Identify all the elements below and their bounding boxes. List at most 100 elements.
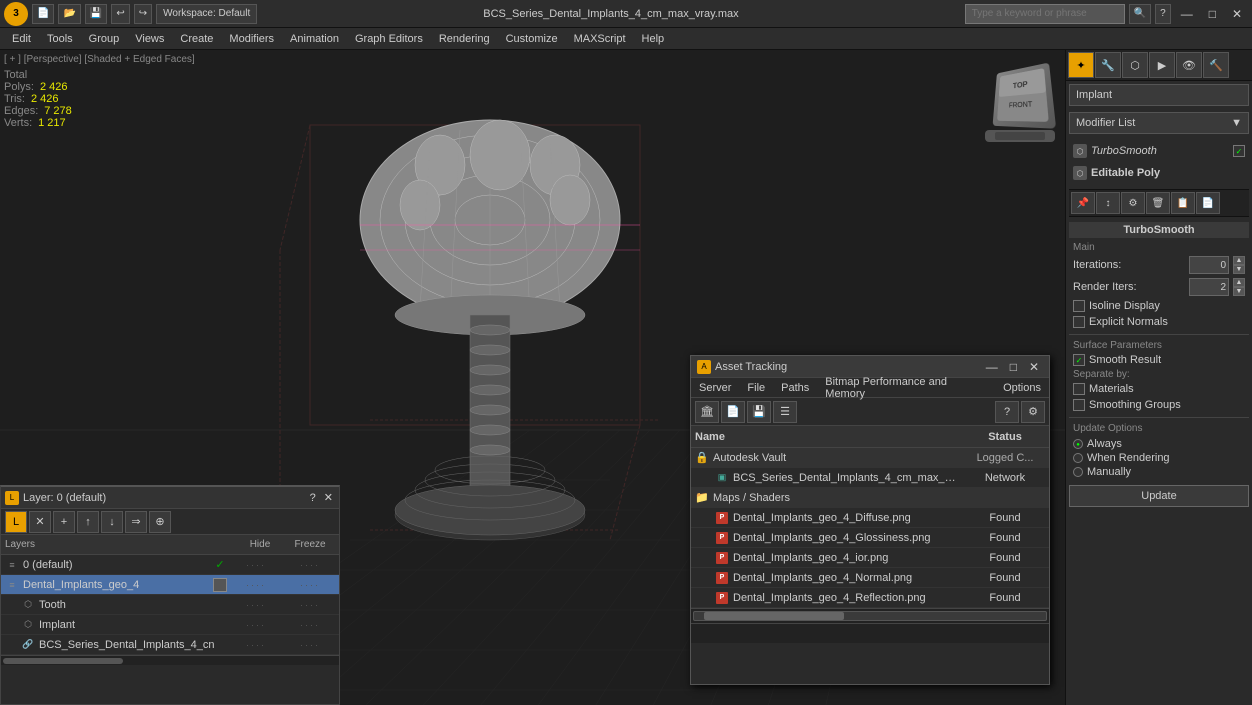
- undo-btn[interactable]: ↩: [111, 4, 129, 24]
- menu-graph-editors[interactable]: Graph Editors: [347, 28, 431, 50]
- at-btn2[interactable]: 📄: [721, 401, 745, 423]
- ts-always-row[interactable]: Always: [1073, 437, 1245, 451]
- menu-views[interactable]: Views: [127, 28, 172, 50]
- modifier-turbosm[interactable]: ⬡ TurboSmooth: [1069, 140, 1249, 162]
- layers-close-btn[interactable]: ✕: [322, 491, 335, 504]
- display-btn[interactable]: 👁: [1176, 52, 1202, 78]
- ts-explicit-check[interactable]: [1073, 316, 1085, 328]
- ts-materials-row[interactable]: Materials: [1069, 381, 1249, 397]
- menu-help[interactable]: Help: [634, 28, 673, 50]
- at-menu-paths[interactable]: Paths: [773, 378, 817, 397]
- modifier-editpoly[interactable]: ⬡ Editable Poly: [1069, 162, 1249, 184]
- ts-iter-input[interactable]: [1189, 256, 1229, 274]
- at-row-diffuse[interactable]: P Dental_Implants_geo_4_Diffuse.png Foun…: [691, 508, 1049, 528]
- layer-row-tooth[interactable]: ⬡ Tooth ···· ····: [1, 595, 339, 615]
- at-row-bcs[interactable]: ▣ BCS_Series_Dental_Implants_4_cm_max_vr…: [691, 468, 1049, 488]
- nav-cube[interactable]: TOP FRONT: [985, 60, 1055, 130]
- at-row-vault[interactable]: 🔒 Autodesk Vault Logged C...: [691, 448, 1049, 468]
- ts-explicit-row[interactable]: Explicit Normals: [1069, 314, 1249, 330]
- layers-add-btn[interactable]: +: [53, 511, 75, 533]
- at-menu-file[interactable]: File: [739, 378, 773, 397]
- open-btn[interactable]: 📂: [58, 4, 80, 24]
- ts-update-btn[interactable]: Update: [1069, 485, 1249, 507]
- at-row-normal[interactable]: P Dental_Implants_geo_4_Normal.png Found: [691, 568, 1049, 588]
- layers-down-btn[interactable]: ↓: [101, 511, 123, 533]
- at-maximize-btn[interactable]: □: [1006, 360, 1021, 374]
- pin-btn[interactable]: 📌: [1071, 192, 1095, 214]
- help-btn[interactable]: ?: [1155, 4, 1171, 24]
- motion-btn[interactable]: ▶: [1149, 52, 1175, 78]
- copy-btn[interactable]: 📋: [1171, 192, 1195, 214]
- layers-delete-btn[interactable]: ✕: [29, 511, 51, 533]
- search-btn[interactable]: 🔍: [1129, 4, 1151, 24]
- at-close-btn[interactable]: ✕: [1025, 360, 1043, 374]
- menu-group[interactable]: Group: [81, 28, 128, 50]
- redo-btn[interactable]: ↪: [134, 4, 152, 24]
- menu-maxscript[interactable]: MAXScript: [566, 28, 634, 50]
- at-row-glossiness[interactable]: P Dental_Implants_geo_4_Glossiness.png F…: [691, 528, 1049, 548]
- new-btn[interactable]: 📄: [32, 4, 54, 24]
- layers-help-btn[interactable]: ?: [308, 492, 318, 504]
- turbosm-checkbox[interactable]: [1233, 145, 1245, 157]
- workspace-label[interactable]: Workspace: Default: [156, 4, 257, 24]
- ts-render-input[interactable]: [1189, 278, 1229, 296]
- layers-up-btn[interactable]: ↑: [77, 511, 99, 533]
- layer-row-bcs[interactable]: 🔗 BCS_Series_Dental_Implants_4_cn ···· ·…: [1, 635, 339, 655]
- search-input[interactable]: [965, 4, 1125, 24]
- layer-row-0[interactable]: ≡ 0 (default) ✓ ···· ····: [1, 555, 339, 575]
- ts-iter-down[interactable]: ▼: [1233, 265, 1245, 274]
- layers-merge-btn[interactable]: ⇒: [125, 511, 147, 533]
- at-menu-options[interactable]: Options: [995, 378, 1049, 397]
- ts-iter-up[interactable]: ▲: [1233, 256, 1245, 265]
- ts-smoothgroups-check[interactable]: [1073, 399, 1085, 411]
- menu-customize[interactable]: Customize: [498, 28, 566, 50]
- utilities-btn[interactable]: 🔨: [1203, 52, 1229, 78]
- save-btn[interactable]: 💾: [85, 4, 107, 24]
- maximize-btn[interactable]: □: [1203, 0, 1222, 28]
- at-btn1[interactable]: 🏛: [695, 401, 719, 423]
- create-panel-btn[interactable]: ✦: [1068, 52, 1094, 78]
- menu-create[interactable]: Create: [172, 28, 221, 50]
- menu-animation[interactable]: Animation: [282, 28, 347, 50]
- layers-icon-btn[interactable]: L: [5, 511, 27, 533]
- close-btn[interactable]: ✕: [1226, 0, 1248, 28]
- menu-edit[interactable]: Edit: [4, 28, 39, 50]
- paste-btn[interactable]: 📄: [1196, 192, 1220, 214]
- layer-row-implant[interactable]: ⬡ Implant ···· ····: [1, 615, 339, 635]
- at-btn5[interactable]: ?: [995, 401, 1019, 423]
- at-h-scroll[interactable]: [693, 611, 1047, 621]
- at-btn4[interactable]: ☰: [773, 401, 797, 423]
- minimize-btn[interactable]: —: [1175, 0, 1199, 28]
- at-menu-server[interactable]: Server: [691, 378, 739, 397]
- at-menu-bitmap[interactable]: Bitmap Performance and Memory: [817, 378, 995, 397]
- ts-smooth-row[interactable]: Smooth Result: [1069, 352, 1249, 368]
- hierarchy-btn[interactable]: ⬡: [1122, 52, 1148, 78]
- layers-scrollbar[interactable]: [1, 655, 339, 665]
- ts-whenrender-row[interactable]: When Rendering: [1073, 451, 1245, 465]
- menu-tools[interactable]: Tools: [39, 28, 81, 50]
- configure-btn[interactable]: ⚙: [1121, 192, 1145, 214]
- ts-whenrender-radio[interactable]: [1073, 453, 1083, 463]
- at-minimize-btn[interactable]: —: [982, 360, 1002, 374]
- ts-render-up[interactable]: ▲: [1233, 278, 1245, 287]
- at-row-maps[interactable]: 📁 Maps / Shaders: [691, 488, 1049, 508]
- ts-render-down[interactable]: ▼: [1233, 287, 1245, 296]
- ts-materials-check[interactable]: [1073, 383, 1085, 395]
- at-scrollbar-h[interactable]: [691, 609, 1049, 623]
- at-row-ior[interactable]: P Dental_Implants_geo_4_ior.png Found: [691, 548, 1049, 568]
- ts-isoline-row[interactable]: Isoline Display: [1069, 298, 1249, 314]
- at-btn3[interactable]: 💾: [747, 401, 771, 423]
- menu-rendering[interactable]: Rendering: [431, 28, 498, 50]
- ts-manually-row[interactable]: Manually: [1073, 465, 1245, 479]
- menu-modifiers[interactable]: Modifiers: [221, 28, 282, 50]
- select-btn[interactable]: ↕: [1096, 192, 1120, 214]
- remove-btn[interactable]: 🗑: [1146, 192, 1170, 214]
- layer-row-dental[interactable]: ≡ Dental_Implants_geo_4 ···· ····: [1, 575, 339, 595]
- layers-expand-btn[interactable]: ⊕: [149, 511, 171, 533]
- ts-always-radio[interactable]: [1073, 439, 1083, 449]
- at-row-reflection[interactable]: P Dental_Implants_geo_4_Reflection.png F…: [691, 588, 1049, 608]
- modifier-list-dropdown[interactable]: Modifier List ▼: [1069, 112, 1249, 134]
- ts-smoothgroups-row[interactable]: Smoothing Groups: [1069, 397, 1249, 413]
- at-btn6[interactable]: ⚙: [1021, 401, 1045, 423]
- modify-panel-btn[interactable]: 🔧: [1095, 52, 1121, 78]
